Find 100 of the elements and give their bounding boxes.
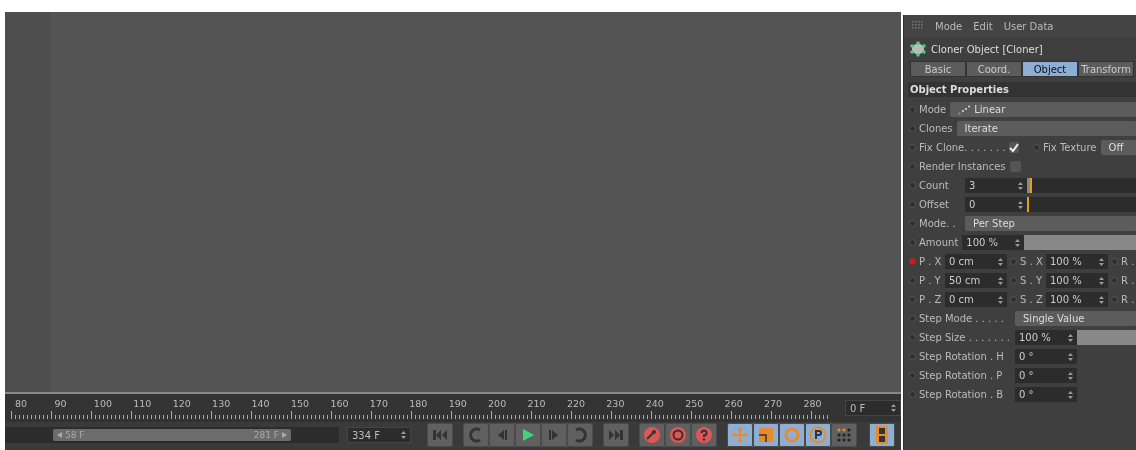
tick-label: 160 <box>329 397 350 409</box>
time-ruler[interactable]: 80 90 100 110 120 130 140 150 160 170 180 190 200 210 220 230 240 250 260 270 280 <box>5 397 839 419</box>
animate-dot[interactable] <box>909 315 916 322</box>
mode-dropdown[interactable]: Linear <box>950 102 1136 117</box>
animate-dot[interactable] <box>1111 296 1118 303</box>
spinner-icon[interactable] <box>1015 238 1021 247</box>
spinner-icon[interactable] <box>998 276 1003 285</box>
spinner-icon[interactable] <box>1068 390 1073 399</box>
spinner-icon[interactable] <box>998 257 1003 266</box>
slider[interactable] <box>1027 197 1136 212</box>
field-label: Amount <box>919 237 959 248</box>
step-mode-dropdown[interactable]: Single Value <box>1015 311 1136 326</box>
animate-dot[interactable] <box>1111 277 1118 284</box>
checkbox[interactable] <box>1009 142 1019 153</box>
spinner-icon[interactable] <box>1068 333 1073 342</box>
clones-dropdown[interactable]: Iterate <box>956 121 1136 136</box>
slider[interactable] <box>1027 178 1136 193</box>
number-field[interactable]: 100 % <box>1046 254 1108 269</box>
go-to-start-button[interactable] <box>427 423 453 447</box>
spinner-icon[interactable] <box>1018 181 1023 190</box>
number-field[interactable]: 0 cm <box>945 292 1007 307</box>
spinner-icon[interactable] <box>1099 276 1104 285</box>
tick-label: 280 <box>802 397 823 409</box>
record-key-button[interactable] <box>639 423 665 447</box>
animate-dot[interactable] <box>909 296 916 303</box>
number-field[interactable]: 100 % <box>1046 273 1108 288</box>
animate-dot[interactable] <box>909 258 916 265</box>
grip-icon[interactable] <box>912 21 924 31</box>
spinner-icon[interactable] <box>998 295 1003 304</box>
animate-dot[interactable] <box>909 220 916 227</box>
animate-dot[interactable] <box>909 372 916 379</box>
parameter-tool-button[interactable] <box>805 423 831 447</box>
next-frame-button[interactable] <box>541 423 567 447</box>
film-strip-button[interactable] <box>869 423 895 447</box>
animate-dot[interactable] <box>909 144 916 151</box>
autokey-button[interactable] <box>665 423 691 447</box>
go-to-end-button[interactable] <box>603 423 629 447</box>
previous-key-button[interactable] <box>463 423 489 447</box>
transform-mode-dropdown[interactable]: Per Step <box>965 216 1136 231</box>
menu-item[interactable]: Mode <box>935 20 963 32</box>
number-field[interactable]: 0 ° <box>1015 349 1077 364</box>
field-label: R . <box>1121 256 1136 267</box>
spinner-icon[interactable] <box>1068 352 1073 361</box>
number-field[interactable]: 0 ° <box>1015 387 1077 402</box>
animate-dot[interactable] <box>909 125 916 132</box>
spinner-icon[interactable] <box>1018 200 1023 209</box>
animate-dot[interactable] <box>909 201 916 208</box>
number-field[interactable]: 100 % <box>962 235 1025 250</box>
animate-dot[interactable] <box>1033 144 1040 151</box>
number-field[interactable]: 100 % <box>1015 330 1077 345</box>
move-tool-button[interactable] <box>727 423 753 447</box>
animate-dot[interactable] <box>909 239 916 246</box>
help-button[interactable] <box>691 423 717 447</box>
slider[interactable] <box>1077 330 1136 345</box>
question-icon <box>695 426 713 444</box>
right-arrow-icon[interactable] <box>282 432 287 438</box>
slider[interactable] <box>1024 235 1136 250</box>
tick-label: 220 <box>565 397 587 409</box>
tab[interactable]: Object <box>1022 61 1078 77</box>
animate-dot[interactable] <box>1010 258 1017 265</box>
number-field[interactable]: 3 <box>965 178 1027 193</box>
number-field[interactable]: 100 % <box>1046 292 1108 307</box>
spinner-icon[interactable] <box>1068 371 1073 380</box>
animate-dot[interactable] <box>909 391 916 398</box>
animate-dot[interactable] <box>1010 277 1017 284</box>
menu-item[interactable]: Edit <box>973 20 993 32</box>
rotate-tool-button[interactable] <box>779 423 805 447</box>
next-key-button[interactable] <box>567 423 593 447</box>
field-label: S . Y <box>1020 275 1043 286</box>
number-field[interactable]: 0 ° <box>1015 368 1077 383</box>
spinner-icon[interactable] <box>1099 257 1104 266</box>
animate-dot[interactable] <box>909 353 916 360</box>
animate-dot[interactable] <box>909 163 916 170</box>
current-frame-field[interactable]: 0 F <box>845 400 901 416</box>
menu-item[interactable]: User Data <box>1003 20 1054 32</box>
play-button[interactable] <box>515 423 541 447</box>
field-label: R . <box>1121 275 1136 286</box>
left-arrow-icon[interactable] <box>57 432 62 438</box>
animate-dot[interactable] <box>1111 258 1118 265</box>
animate-dot[interactable] <box>909 106 916 113</box>
animate-dot[interactable] <box>909 334 916 341</box>
scale-tool-button[interactable] <box>753 423 779 447</box>
fix-texture-dropdown[interactable]: Off <box>1100 140 1136 155</box>
number-field[interactable]: 0 cm <box>945 254 1007 269</box>
animate-dot[interactable] <box>1010 296 1017 303</box>
field-label: R . <box>1121 294 1136 305</box>
animate-dot[interactable] <box>909 277 916 284</box>
tab[interactable]: Basic <box>910 61 966 77</box>
tab[interactable]: Coord. <box>966 61 1022 77</box>
tab[interactable]: Transform <box>1078 61 1134 77</box>
field-label: Clones <box>919 123 953 134</box>
spinner-icon[interactable] <box>401 431 406 439</box>
points-button[interactable] <box>831 423 857 447</box>
number-field[interactable]: 50 cm <box>945 273 1007 288</box>
number-field[interactable]: 0 <box>965 197 1027 212</box>
spinner-icon[interactable] <box>891 404 896 412</box>
previous-frame-button[interactable] <box>489 423 515 447</box>
animate-dot[interactable] <box>909 182 916 189</box>
end-frame-field[interactable]: 334 F <box>347 427 411 443</box>
spinner-icon[interactable] <box>1099 295 1104 304</box>
